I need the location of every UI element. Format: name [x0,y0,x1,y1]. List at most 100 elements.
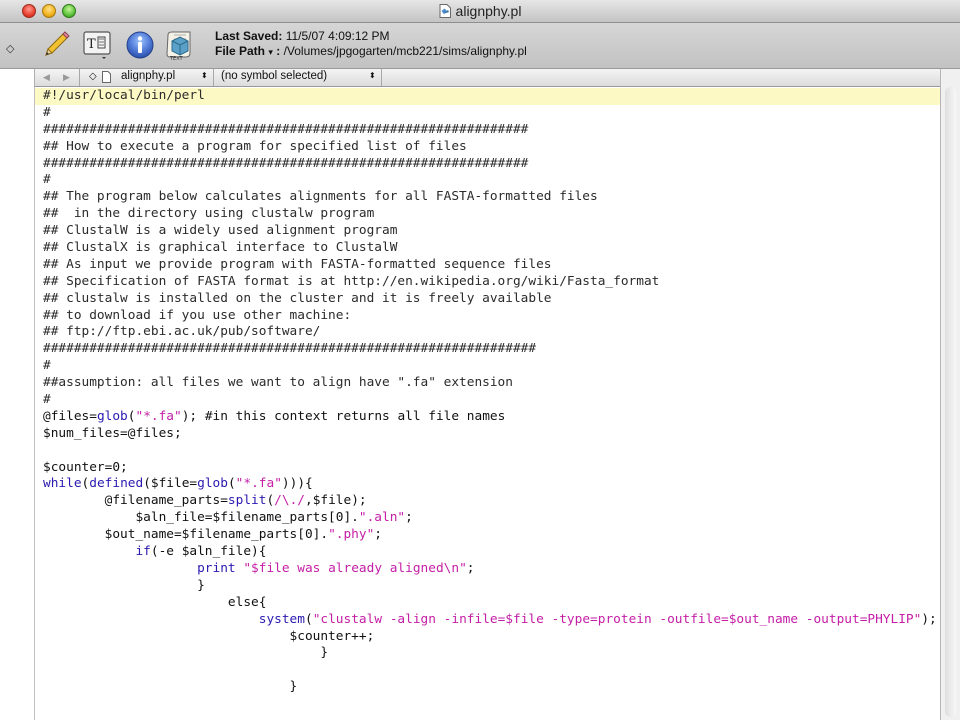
code-token: system [258,611,305,627]
code-line[interactable]: #!/usr/local/bin/perl [35,88,941,105]
code-line[interactable]: $counter=0; [35,460,941,477]
code-token: ($file= [143,476,198,492]
text-options-icon[interactable]: T [82,29,114,61]
code-line[interactable]: print "$file was already aligned\n"; [35,561,941,578]
code-token: ## clustalw is installed on the cluster … [43,290,552,306]
code-token: "*.fa" [235,476,282,492]
code-line[interactable]: @filename_parts=split(/\./,$file); [35,493,941,510]
code-token: ## How to execute a program for specifie… [43,138,467,154]
code-token: #!/usr/local/bin/perl [43,88,205,103]
code-token: ( [304,611,313,627]
window-title: alignphy.pl [455,3,522,19]
code-line[interactable]: $num_files=@files; [35,426,941,443]
vertical-scrollbar[interactable] [940,69,960,720]
file-path-value: /Volumes/jpgogarten/mcb221/sims/alignphy… [283,44,527,58]
code-token: # [43,392,51,408]
code-token: else{ [43,594,267,610]
file-menu[interactable]: alignphy.pl [121,70,175,82]
code-line[interactable]: system("clustalw -align -infile=$file -t… [35,612,941,629]
code-line[interactable]: ## ftp://ftp.ebi.ac.uk/pub/software/ [35,324,941,341]
code-line[interactable]: ## Specification of FASTA format is at h… [35,274,941,291]
file-path-label[interactable]: File Path [215,44,265,58]
code-token: ########################################… [43,121,529,137]
code-line[interactable]: ## ClustalW is a widely used alignment p… [35,223,941,240]
code-line[interactable]: ## to download if you use other machine: [35,308,941,325]
code-token: if [135,544,151,560]
code-line[interactable]: $out_name=$filename_parts[0].".phy"; [35,527,941,544]
code-line[interactable]: ## As input we provide program with FAST… [35,257,941,274]
code-line[interactable]: ########################################… [35,341,941,358]
code-line[interactable]: } [35,679,941,696]
code-token: while [43,476,82,492]
code-token: ## ftp://ftp.ebi.ac.uk/pub/software/ [43,324,321,340]
left-margin [0,69,33,720]
toolbar-marker-icon: ◇ [6,42,15,55]
code-token: defined [89,476,144,492]
code-token: ## As input we provide program with FAST… [43,256,552,272]
code-token: ; [405,510,413,526]
code-line[interactable]: while(defined($file=glob("*.fa"))){ [35,476,941,493]
code-token: ); #in this context returns all file nam… [181,408,506,424]
info-icon[interactable] [124,29,156,61]
symbol-menu[interactable]: (no symbol selected) [221,70,327,82]
code-line[interactable]: ##assumption: all files we want to align… [35,375,941,392]
code-token: ##assumption: all files we want to align… [43,375,513,391]
code-line[interactable]: # [35,105,941,122]
code-line[interactable]: ## How to execute a program for specifie… [35,139,941,156]
code-line[interactable]: # [35,358,941,375]
toolbar: ◇ T TEXT Last Saved: 11/5/07 4:09:12 PM … [0,23,960,69]
code-token: # [43,358,51,374]
code-token: @filename_parts= [43,493,228,509]
back-arrow-icon[interactable]: ◀ [43,72,50,83]
code-token: } [43,679,298,695]
file-path-menu-icon[interactable]: ▾ [268,47,273,57]
code-token: ".phy" [328,527,375,543]
file-menu-updown-icon[interactable]: ⬍ [201,71,208,80]
code-text[interactable]: #!/usr/local/bin/perl # ##################… [35,88,941,696]
code-line[interactable]: ## ClustalX is graphical interface to Cl… [35,240,941,257]
code-token: $counter++; [43,628,375,644]
nav-marker-icon: ◇ [89,71,97,82]
code-token: ); [921,611,937,627]
code-line[interactable]: ## clustalw is installed on the cluster … [35,291,941,308]
code-token: ## ClustalW is a widely used alignment p… [43,223,398,239]
code-line[interactable]: } [35,645,941,662]
code-token: ( [266,493,275,509]
code-line[interactable]: # [35,172,941,189]
symbol-menu-updown-icon[interactable]: ⬍ [369,71,376,80]
code-token: ## to download if you use other machine: [43,307,352,323]
code-line[interactable]: ## The program below calculates alignmen… [35,189,941,206]
code-line[interactable]: ## in the directory using clustalw progr… [35,206,941,223]
code-line[interactable]: ########################################… [35,122,941,139]
code-line[interactable]: } [35,578,941,595]
code-line[interactable]: $counter++; [35,629,941,646]
code-token: ))){ [281,476,313,492]
code-token: $aln_file=$filename_parts[0]. [43,510,359,526]
svg-text:T: T [87,37,96,52]
code-token: split [227,493,267,509]
code-token: $num_files=@files; [43,425,182,441]
code-line[interactable]: # [35,392,941,409]
code-line[interactable]: $aln_file=$filename_parts[0].".aln"; [35,510,941,527]
document-proxy-icon[interactable] [439,4,451,18]
forward-arrow-icon[interactable]: ▶ [63,72,70,83]
code-line[interactable]: ​ [35,443,941,460]
code-line[interactable]: ​ [35,662,941,679]
code-token: (-e $aln_file){ [150,544,267,560]
last-saved-label: Last Saved: [215,29,283,43]
scroll-track[interactable] [945,87,956,717]
code-editor[interactable]: #!/usr/local/bin/perl # ##################… [34,87,941,720]
code-token: ## Specification of FASTA format is at h… [43,273,660,289]
script-icon[interactable]: TEXT [164,29,196,61]
code-line[interactable]: ########################################… [35,156,941,173]
pencil-icon[interactable] [40,29,72,61]
code-line[interactable]: else{ [35,595,941,612]
code-token: glob [197,476,228,492]
code-token: ; [374,527,383,543]
file-path-separator: : [276,44,281,58]
code-line[interactable]: if(-e $aln_file){ [35,544,941,561]
code-line[interactable]: @files=glob("*.fa"); #in this context re… [35,409,941,426]
code-token: "$file was already aligned\n" [243,560,467,576]
